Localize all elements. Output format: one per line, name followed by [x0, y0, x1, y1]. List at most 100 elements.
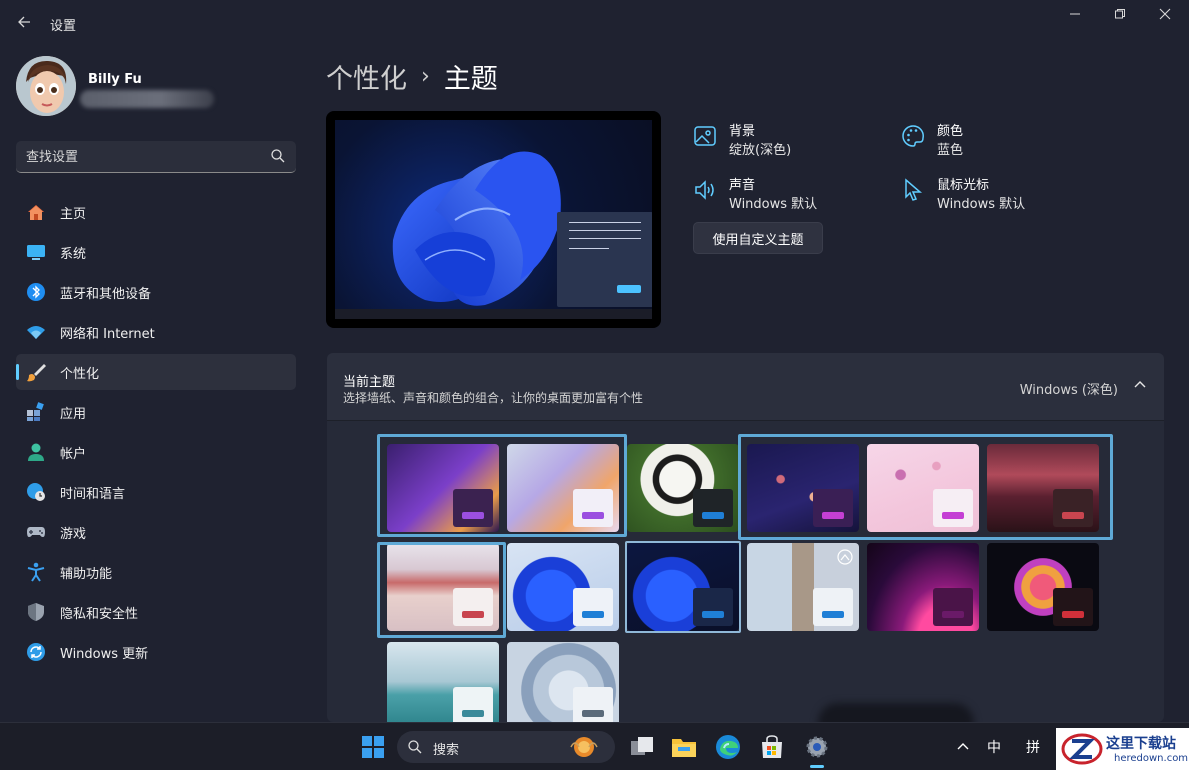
cursor-label: 鼠标光标	[937, 178, 990, 193]
sidebar-item-label: 蓝牙和其他设备	[60, 286, 152, 302]
avatar[interactable]	[16, 56, 76, 116]
sidebar-item-label: 系统	[60, 246, 87, 262]
breadcrumb: 个性化 › 主题	[326, 57, 498, 96]
title-bar: 设置	[0, 0, 1189, 46]
sidebar-item-windows-update[interactable]: Windows 更新	[16, 634, 296, 670]
sidebar: Billy Fu 主页 系统 蓝牙和其他设备 网络和 Internet 个性化 …	[0, 46, 310, 722]
theme-panda[interactable]	[627, 444, 739, 532]
theme-preview	[326, 111, 661, 328]
chevron-up-icon[interactable]	[956, 740, 970, 754]
theme-bloom-dark[interactable]	[627, 543, 739, 631]
user-name: Billy Fu	[88, 72, 142, 87]
sidebar-item-apps[interactable]: 应用	[16, 394, 296, 430]
speaker-icon	[695, 180, 714, 200]
sidebar-item-personalization[interactable]: 个性化	[16, 354, 296, 390]
task-view-icon[interactable]	[628, 733, 656, 761]
minimize-button[interactable]	[1052, 6, 1098, 28]
color-label: 颜色	[937, 124, 964, 139]
restore-icon	[1115, 9, 1125, 19]
monitor-icon	[27, 245, 45, 260]
settings-search[interactable]	[16, 141, 296, 173]
search-highlight-icon	[570, 737, 598, 757]
site-watermark: 这里下载站 heredown.com	[1056, 728, 1189, 770]
settings-gear-icon[interactable]	[803, 733, 831, 761]
cursor-icon	[905, 178, 923, 201]
sound-label: 声音	[729, 178, 756, 193]
minimize-icon	[1070, 13, 1080, 15]
page-title: 主题	[443, 63, 498, 95]
windows-start-icon[interactable]	[359, 733, 387, 761]
restore-button[interactable]	[1097, 6, 1143, 28]
sidebar-item-bluetooth[interactable]: 蓝牙和其他设备	[16, 274, 296, 310]
color-setting[interactable]: 颜色 蓝色	[901, 120, 1081, 160]
sidebar-item-label: 时间和语言	[60, 486, 126, 502]
sidebar-item-label: 主页	[60, 206, 87, 222]
wifi-icon	[27, 326, 45, 339]
file-explorer-icon[interactable]	[670, 733, 698, 761]
theme-bloom-light[interactable]	[507, 543, 619, 631]
refresh-icon	[27, 643, 45, 661]
breadcrumb-separator: ›	[421, 63, 430, 89]
current-theme-header[interactable]: 当前主题 选择墙纸、声音和颜色的组合，让你的桌面更加富有个性 Windows (…	[327, 353, 1164, 421]
back-button[interactable]	[12, 10, 36, 34]
theme-captured-motion[interactable]	[507, 642, 619, 722]
color-value: 蓝色	[937, 143, 964, 158]
sound-value: Windows 默认	[729, 197, 818, 212]
theme-glow-purple[interactable]	[387, 444, 499, 532]
sound-setting[interactable]: 声音 Windows 默认	[693, 174, 873, 214]
microsoft-store-icon[interactable]	[758, 733, 786, 761]
image-icon	[694, 126, 716, 146]
sidebar-item-label: 游戏	[60, 526, 87, 542]
sidebar-item-home[interactable]: 主页	[16, 194, 296, 230]
sidebar-nav: 主页 系统 蓝牙和其他设备 网络和 Internet 个性化 应用 帐户 时间和…	[16, 194, 296, 674]
theme-desert-dark[interactable]	[987, 444, 1099, 532]
sidebar-item-label: Windows 更新	[60, 646, 149, 662]
current-theme-title: 当前主题	[343, 375, 396, 390]
user-email-redacted	[80, 90, 214, 108]
background-value: 绽放(深色)	[729, 143, 792, 158]
sidebar-item-network[interactable]: 网络和 Internet	[16, 314, 296, 350]
sidebar-item-time-language[interactable]: 时间和语言	[16, 474, 296, 510]
edge-browser-icon[interactable]	[714, 733, 742, 761]
search-icon	[408, 740, 422, 754]
cursor-setting[interactable]: 鼠标光标 Windows 默认	[901, 174, 1081, 214]
apps-icon	[27, 402, 44, 421]
sidebar-item-label: 隐私和安全性	[60, 606, 139, 622]
search-input[interactable]	[26, 147, 266, 167]
sidebar-item-privacy[interactable]: 隐私和安全性	[16, 594, 296, 630]
person-icon	[28, 443, 44, 461]
theme-planets-dark[interactable]	[747, 444, 859, 532]
ime-indicator[interactable]: 拼	[1026, 737, 1040, 757]
sidebar-item-label: 帐户	[60, 446, 87, 462]
theme-lake[interactable]	[387, 642, 499, 722]
theme-flow-colorful[interactable]	[987, 543, 1099, 631]
use-custom-theme-button[interactable]: 使用自定义主题	[693, 222, 823, 254]
app-title: 设置	[50, 19, 77, 34]
theme-planets-light[interactable]	[867, 444, 979, 532]
chevron-up-icon[interactable]	[1132, 377, 1148, 393]
current-theme-name: Windows (深色)	[1019, 383, 1118, 398]
cursor-value: Windows 默认	[937, 197, 1026, 212]
sidebar-item-accounts[interactable]: 帐户	[16, 434, 296, 470]
sidebar-item-label: 应用	[60, 406, 87, 422]
sidebar-item-label: 网络和 Internet	[60, 326, 155, 342]
sidebar-item-label: 辅助功能	[60, 566, 113, 582]
background-label: 背景	[729, 124, 756, 139]
theme-glow-magenta[interactable]	[867, 543, 979, 631]
sidebar-item-gaming[interactable]: 游戏	[16, 514, 296, 550]
theme-desert-light[interactable]	[387, 543, 499, 631]
preview-window	[557, 212, 652, 307]
taskbar-search[interactable]: 搜索	[397, 731, 615, 763]
shield-icon	[28, 603, 44, 621]
background-setting[interactable]: 背景 绽放(深色)	[693, 120, 873, 160]
watermark-title: 这里下载站	[1106, 736, 1176, 752]
theme-spring-blossom[interactable]	[747, 543, 859, 631]
current-theme-section: 当前主题 选择墙纸、声音和颜色的组合，让你的桌面更加富有个性 Windows (…	[327, 353, 1164, 722]
taskbar-search-label: 搜索	[433, 743, 460, 758]
close-button[interactable]	[1142, 6, 1188, 28]
theme-glow-light[interactable]	[507, 444, 619, 532]
input-mode-indicator[interactable]: 中	[987, 737, 1001, 757]
sidebar-item-system[interactable]: 系统	[16, 234, 296, 270]
sidebar-item-accessibility[interactable]: 辅助功能	[16, 554, 296, 590]
breadcrumb-parent[interactable]: 个性化	[326, 57, 407, 96]
